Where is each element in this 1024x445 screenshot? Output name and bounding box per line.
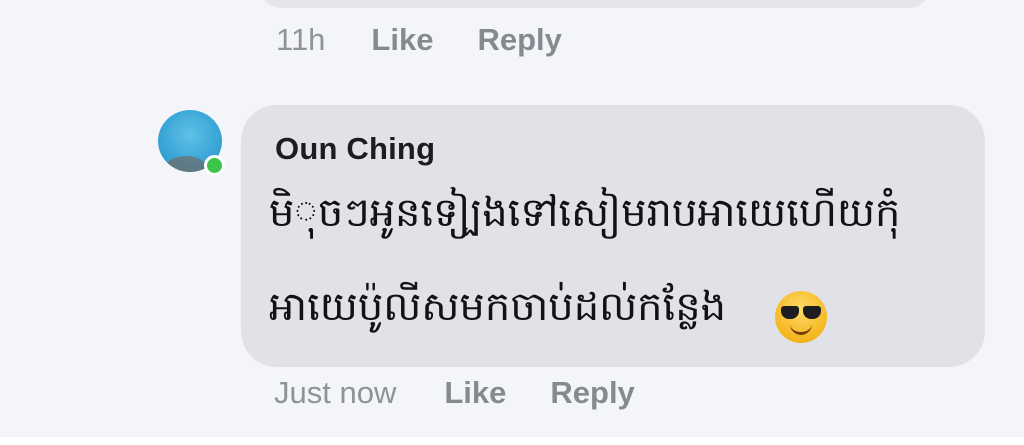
comment-timestamp[interactable]: Just now [274, 375, 396, 411]
previous-comment-actions: 11h Like Reply [276, 22, 562, 58]
comment-actions: Just now Like Reply [274, 375, 635, 411]
previous-comment-reply-button[interactable]: Reply [477, 22, 561, 58]
comment-like-button[interactable]: Like [444, 375, 506, 411]
divider [0, 437, 1024, 445]
previous-comment-like-button[interactable]: Like [371, 22, 433, 58]
comment-reply-button[interactable]: Reply [550, 375, 634, 411]
online-status-icon [204, 155, 225, 176]
comment-bubble: Oun Ching មិុចៗអូនទៀ្បងទៅសៀមរាបអាយេហើយកុ… [241, 105, 985, 367]
previous-comment-bubble [258, 0, 932, 8]
comment-text-line-1: មិុចៗអូនទៀ្បងទៅសៀមរាបអាយេហើយកុំ [269, 190, 901, 236]
previous-comment-timestamp[interactable]: 11h [276, 22, 325, 58]
sunglasses-emoji-icon [775, 291, 827, 343]
comment-text-line-2: អាយេប៉ូលីសមកចាប់ដល់កន្លែង [269, 284, 727, 330]
comment-author-name[interactable]: Oun Ching [275, 131, 435, 167]
avatar-photo-detail [166, 156, 206, 172]
comments-thread: 11h Like Reply Oun Ching មិុចៗអូនទៀ្បងទៅ… [0, 0, 1024, 445]
